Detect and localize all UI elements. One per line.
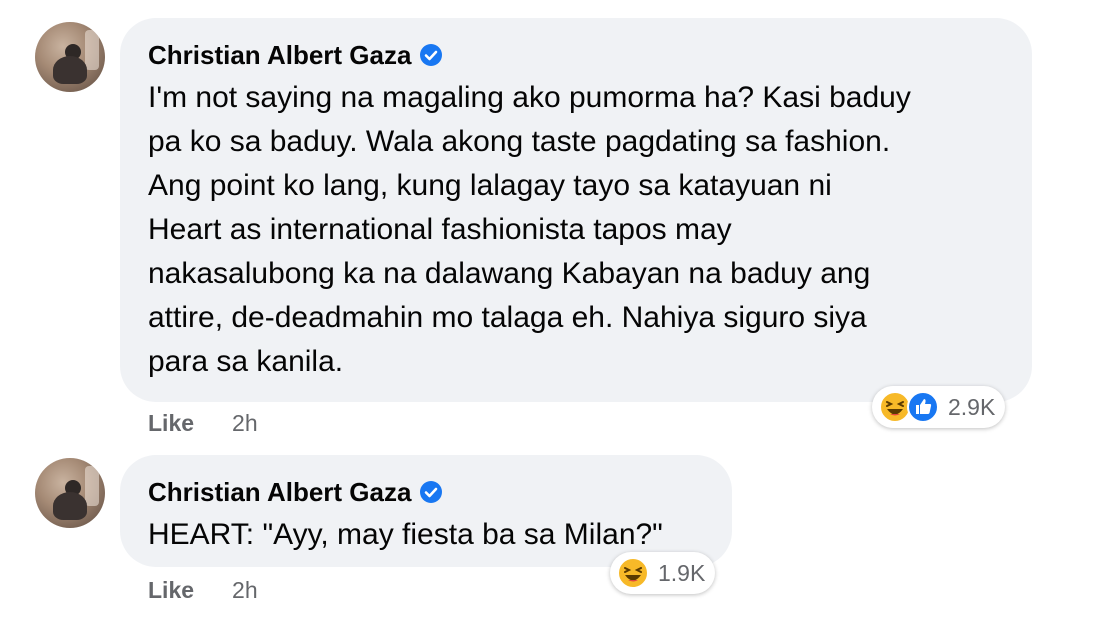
- reactions-summary[interactable]: 1.9K: [610, 552, 716, 594]
- verified-badge-icon: [420, 44, 443, 66]
- reaction-count: 1.9K: [658, 559, 706, 586]
- avatar[interactable]: [35, 458, 105, 528]
- like-icon: [907, 391, 939, 423]
- author-name[interactable]: Christian Albert Gaza: [148, 477, 411, 508]
- timestamp[interactable]: 2h: [232, 577, 258, 604]
- comment-actions: Like 2h: [148, 410, 258, 437]
- comment-text: I'm not saying na magaling ako pumorma h…: [148, 81, 911, 378]
- haha-icon: [617, 557, 649, 589]
- like-button[interactable]: Like: [148, 410, 194, 437]
- reactions-summary[interactable]: 2.9K: [872, 386, 1006, 428]
- timestamp[interactable]: 2h: [232, 410, 258, 437]
- verified-badge-icon: [420, 481, 443, 503]
- avatar[interactable]: [35, 22, 105, 92]
- reaction-count: 2.9K: [948, 393, 996, 420]
- comment-text: HEART: "Ayy, may fiesta ba sa Milan?": [148, 518, 663, 551]
- comment-bubble: Christian Albert Gaza I'm not saying na …: [120, 18, 1032, 402]
- like-button[interactable]: Like: [148, 577, 194, 604]
- comments-section: Christian Albert Gaza I'm not saying na …: [0, 0, 1120, 622]
- comment-actions: Like 2h: [148, 577, 258, 604]
- comment-bubble: Christian Albert Gaza HEART: "Ayy, may f…: [120, 455, 732, 567]
- author-name[interactable]: Christian Albert Gaza: [148, 40, 411, 71]
